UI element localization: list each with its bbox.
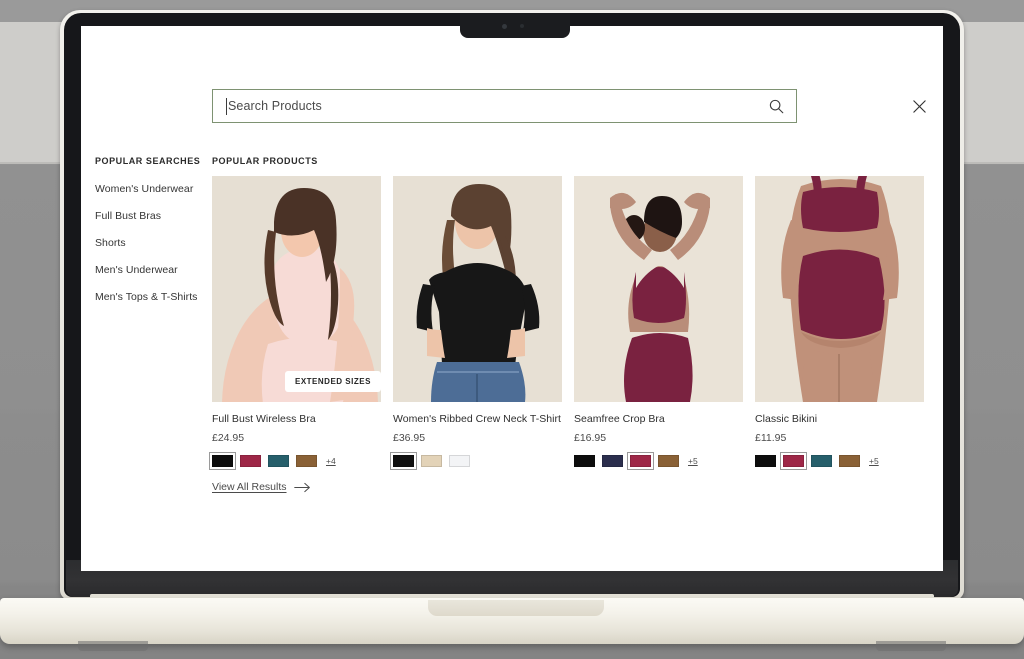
- color-swatch-black[interactable]: [390, 452, 417, 470]
- color-swatch-white[interactable]: [449, 455, 470, 467]
- more-colors-link[interactable]: +5: [869, 456, 879, 466]
- product-title: Classic Bikini: [755, 413, 818, 425]
- product-image[interactable]: EXTENDED SIZES: [212, 176, 381, 402]
- color-swatch-list: +5: [574, 452, 743, 470]
- color-swatch-navy[interactable]: [602, 455, 623, 467]
- product-grid: EXTENDED SIZES Full Bust Wireless Bra £2…: [209, 176, 924, 470]
- more-colors-link[interactable]: +5: [688, 456, 698, 466]
- product-image[interactable]: [574, 176, 743, 402]
- color-swatch-black[interactable]: [755, 455, 776, 467]
- search-box[interactable]: [212, 89, 797, 123]
- color-swatch-sand[interactable]: [421, 455, 442, 467]
- color-swatch-crimson[interactable]: [240, 455, 261, 467]
- camera-icon: [502, 24, 507, 29]
- laptop-camera-notch: [460, 13, 570, 38]
- sidebar-item-mens-tops-tshirts[interactable]: Men's Tops & T-Shirts: [95, 291, 210, 303]
- product-card[interactable]: Women's Ribbed Crew Neck T-Shirt £36.95: [390, 176, 562, 470]
- laptop-foot-left: [78, 641, 148, 651]
- color-swatch-black[interactable]: [574, 455, 595, 467]
- view-all-results-label: View All Results: [212, 481, 287, 493]
- color-swatch-list: +5: [755, 452, 924, 470]
- color-swatch-list: [390, 452, 562, 470]
- laptop-foot-right: [876, 641, 946, 651]
- color-swatch-crimson[interactable]: [627, 452, 654, 470]
- arrow-right-icon: [293, 482, 310, 492]
- search-row: [212, 89, 926, 123]
- color-swatch-list: +4: [209, 452, 381, 470]
- text-caret: [226, 98, 227, 115]
- browser-viewport: POPULAR SEARCHES Women's Underwear Full …: [81, 26, 943, 571]
- close-search-button[interactable]: [906, 93, 932, 119]
- color-swatch-teal[interactable]: [268, 455, 289, 467]
- color-swatch-brown[interactable]: [658, 455, 679, 467]
- more-colors-link[interactable]: +4: [326, 456, 336, 466]
- popular-products-heading: POPULAR PRODUCTS: [212, 156, 318, 166]
- search-input[interactable]: [213, 99, 796, 113]
- product-title: Women's Ribbed Crew Neck T-Shirt: [393, 413, 561, 425]
- laptop-mockup: POPULAR SEARCHES Women's Underwear Full …: [0, 0, 1024, 659]
- extended-sizes-badge: EXTENDED SIZES: [285, 371, 381, 392]
- product-card[interactable]: Classic Bikini £11.95 +5: [755, 176, 924, 470]
- color-swatch-crimson[interactable]: [780, 452, 807, 470]
- product-card[interactable]: EXTENDED SIZES Full Bust Wireless Bra £2…: [209, 176, 381, 470]
- laptop-base-notch: [428, 600, 604, 616]
- color-swatch-brown[interactable]: [839, 455, 860, 467]
- color-swatch-teal[interactable]: [811, 455, 832, 467]
- camera-sensor-icon: [520, 24, 524, 28]
- product-image[interactable]: [393, 176, 562, 402]
- product-price: £16.95: [574, 432, 607, 444]
- product-price: £36.95: [393, 432, 426, 444]
- product-price: £24.95: [212, 432, 245, 444]
- sidebar-item-full-bust-bras[interactable]: Full Bust Bras: [95, 210, 210, 222]
- product-title: Seamfree Crop Bra: [574, 413, 665, 425]
- popular-searches-heading: POPULAR SEARCHES: [95, 156, 201, 166]
- sidebar-item-shorts[interactable]: Shorts: [95, 237, 210, 249]
- close-icon: [912, 99, 926, 113]
- popular-searches-sidebar: POPULAR SEARCHES Women's Underwear Full …: [95, 156, 210, 318]
- search-icon[interactable]: [768, 98, 785, 115]
- product-price: £11.95: [755, 432, 787, 444]
- product-image[interactable]: [755, 176, 924, 402]
- sidebar-item-mens-underwear[interactable]: Men's Underwear: [95, 264, 210, 276]
- product-card[interactable]: Seamfree Crop Bra £16.95 +5: [574, 176, 743, 470]
- color-swatch-black[interactable]: [209, 452, 236, 470]
- color-swatch-brown[interactable]: [296, 455, 317, 467]
- sidebar-item-womens-underwear[interactable]: Women's Underwear: [95, 183, 210, 195]
- view-all-results-link[interactable]: View All Results: [212, 481, 311, 493]
- product-title: Full Bust Wireless Bra: [212, 413, 316, 425]
